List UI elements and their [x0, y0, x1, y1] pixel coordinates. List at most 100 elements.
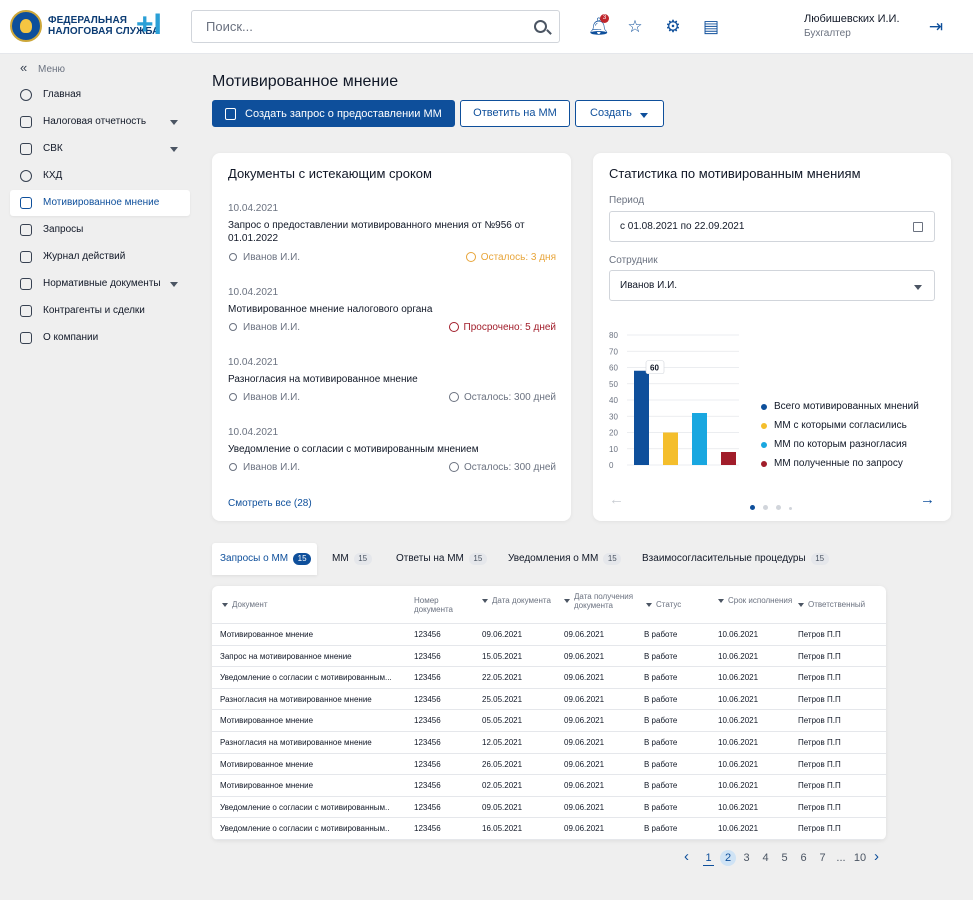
column-header[interactable]: Дата получения документа	[564, 592, 642, 610]
sidebar-item-1[interactable]: Главная	[10, 82, 190, 108]
carousel-dot[interactable]	[750, 505, 755, 510]
table-cell[interactable]: Уведомление о согласии с мотивированным.…	[220, 803, 398, 812]
gear-icon[interactable]: ⚙	[663, 17, 683, 37]
sidebar-item-10[interactable]: О компании	[10, 325, 190, 351]
doc-person: Иванов И.И.	[228, 322, 300, 333]
tab-1[interactable]: Запросы о ММ 15	[212, 543, 317, 575]
sidebar-item-2[interactable]: Налоговая отчетность	[10, 109, 190, 135]
table-row[interactable]: Мотивированное мнение 123456 02.05.2021 09.…	[212, 775, 886, 797]
doc-title[interactable]: Мотивированное мнение налогового органа	[228, 303, 528, 316]
chevron-left-icon[interactable]: ‹	[684, 848, 689, 865]
table-cell[interactable]: Разногласия на мотивированное мнение	[220, 738, 398, 747]
doc-title[interactable]: Разногласия на мотивированное мнение	[228, 373, 528, 386]
logout-icon[interactable]: ⇥	[926, 17, 946, 37]
sidebar-item-9[interactable]: Контрагенты и сделки	[10, 298, 190, 324]
table-cell: 09.06.2021	[564, 802, 605, 812]
column-header[interactable]: Документ	[222, 600, 407, 609]
table-cell[interactable]: Уведомление о согласии с мотивированным.…	[220, 824, 398, 833]
create-request-label: Создать запрос о предоставлении ММ	[245, 108, 442, 120]
star-icon[interactable]: ☆	[625, 17, 645, 37]
table-row[interactable]: Разногласия на мотивированное мнение 1234…	[212, 689, 886, 711]
expiring-doc-item[interactable]: 10.04.2021 Разногласия на мотивированное …	[228, 357, 556, 419]
menu-toggle[interactable]: « Меню	[20, 60, 65, 75]
pagination-page[interactable]: 1	[703, 850, 714, 866]
pagination-page[interactable]: 3	[741, 850, 752, 866]
table-row[interactable]: Мотивированное мнение 123456 09.06.2021 09.…	[212, 624, 886, 646]
create-dropdown-button[interactable]: Создать	[575, 100, 664, 127]
table-row[interactable]: Уведомление о согласии с мотивированным.…	[212, 667, 886, 689]
table-row[interactable]: Запрос на мотивированное мнение 123456 15.…	[212, 646, 886, 668]
pagination-page[interactable]: 2	[720, 850, 736, 866]
tab-4[interactable]: Уведомления о ММ 15	[500, 543, 626, 575]
doc-title[interactable]: Уведомление о согласии с мотивированным …	[228, 443, 528, 456]
table-row[interactable]: Мотивированное мнение 123456 26.05.2021 09.…	[212, 754, 886, 776]
bell-icon[interactable]: 🔔︎ 3	[588, 14, 610, 37]
table-cell[interactable]: Мотивированное мнение	[220, 630, 398, 639]
pagination-ellipsis: ...	[836, 852, 846, 864]
column-header[interactable]: Срок исполнения	[718, 596, 794, 605]
sidebar-item-5[interactable]: Мотивированное мнение	[10, 190, 190, 216]
carousel-dot[interactable]	[776, 505, 781, 510]
expiring-doc-item[interactable]: 10.04.2021 Мотивированное мнение налогово…	[228, 287, 556, 349]
pagination-page[interactable]: 10	[853, 850, 867, 866]
column-header[interactable]: Дата документа	[482, 596, 560, 605]
see-all-link[interactable]: Смотреть все (28)	[228, 498, 312, 509]
page-title: Мотивированное мнение	[212, 73, 399, 90]
table-cell[interactable]: Мотивированное мнение	[220, 716, 398, 725]
search-input[interactable]	[192, 11, 512, 42]
chevron-down-icon[interactable]	[170, 147, 178, 152]
tab-2[interactable]: ММ 15	[324, 543, 380, 575]
fns-emblem-icon[interactable]	[10, 10, 42, 42]
pagination-page[interactable]: 4	[760, 850, 771, 866]
pagination-page[interactable]: 7	[817, 850, 828, 866]
table-cell[interactable]: Разногласия на мотивированное мнение	[220, 695, 398, 704]
chevron-right-icon[interactable]: ›	[874, 848, 879, 865]
pagination-page[interactable]: 6	[798, 850, 809, 866]
search-icon[interactable]	[534, 20, 547, 33]
create-request-button[interactable]: Создать запрос о предоставлении ММ	[212, 100, 455, 127]
chevron-down-icon[interactable]	[170, 282, 178, 287]
employee-select[interactable]: Иванов И.И.	[609, 270, 935, 301]
table-cell[interactable]: Запрос на мотивированное мнение	[220, 652, 398, 661]
table-cell[interactable]: Мотивированное мнение	[220, 781, 398, 790]
period-field[interactable]: с 01.08.2021 по 22.09.2021	[609, 211, 935, 242]
table-cell[interactable]: Мотивированное мнение	[220, 760, 398, 769]
table-cell: 10.06.2021	[718, 694, 759, 704]
table-row[interactable]: Мотивированное мнение 123456 05.05.2021 09.…	[212, 710, 886, 732]
contractors-icon	[20, 305, 32, 317]
chat-icon[interactable]: ▤	[701, 17, 721, 37]
legend-label: Всего мотивированных мнений	[774, 401, 919, 412]
expiring-doc-item[interactable]: 10.04.2021 Уведомление о согласии с мотив…	[228, 427, 556, 489]
column-header[interactable]: Ответственный	[798, 600, 884, 609]
sidebar-item-4[interactable]: КХД	[10, 163, 190, 189]
table-row[interactable]: Разногласия на мотивированное мнение 1234…	[212, 732, 886, 754]
pagination-page[interactable]: 5	[779, 850, 790, 866]
column-header[interactable]: Номер документа	[414, 596, 476, 614]
carousel-dot[interactable]	[763, 505, 768, 510]
sidebar-item-8[interactable]: Нормативные документы	[10, 271, 190, 297]
sidebar-item-7[interactable]: Журнал действий	[10, 244, 190, 270]
tab-3[interactable]: Ответы на ММ 15	[388, 543, 492, 575]
tab-5[interactable]: Взаимосогласительные процедуры 15	[634, 543, 834, 575]
column-header[interactable]: Статус	[646, 600, 714, 609]
table-row[interactable]: Уведомление о согласии с мотивированным.…	[212, 818, 886, 840]
chart-bar-1[interactable]	[634, 370, 649, 465]
table-cell[interactable]: Уведомление о согласии с мотивированным.…	[220, 673, 398, 682]
reply-button[interactable]: Ответить на ММ	[460, 100, 570, 127]
chart-bar-2[interactable]	[663, 432, 678, 466]
sidebar-item-3[interactable]: СВК	[10, 136, 190, 162]
chart-bar-3[interactable]	[692, 413, 707, 465]
carousel-dot[interactable]	[789, 507, 792, 510]
expiring-docs-title: Документы с истекающим сроком	[228, 166, 432, 181]
expiring-doc-item[interactable]: 10.04.2021 Запрос о предоставлении мотиви…	[228, 203, 556, 265]
table-row[interactable]: Уведомление о согласии с мотивированным.…	[212, 797, 886, 819]
calendar-icon[interactable]	[913, 222, 923, 232]
doc-title[interactable]: Запрос о предоставлении мотивированного …	[228, 219, 528, 245]
user-name[interactable]: Любишевских И.И.	[804, 13, 900, 25]
arrow-right-icon[interactable]: →	[920, 491, 935, 508]
doc-deadline-status: Осталось: 300 дней	[448, 462, 556, 473]
chart-bar-4[interactable]	[721, 452, 736, 465]
arrow-left-icon[interactable]: ←	[609, 491, 624, 508]
sidebar-item-6[interactable]: Запросы	[10, 217, 190, 243]
chevron-down-icon[interactable]	[170, 120, 178, 125]
